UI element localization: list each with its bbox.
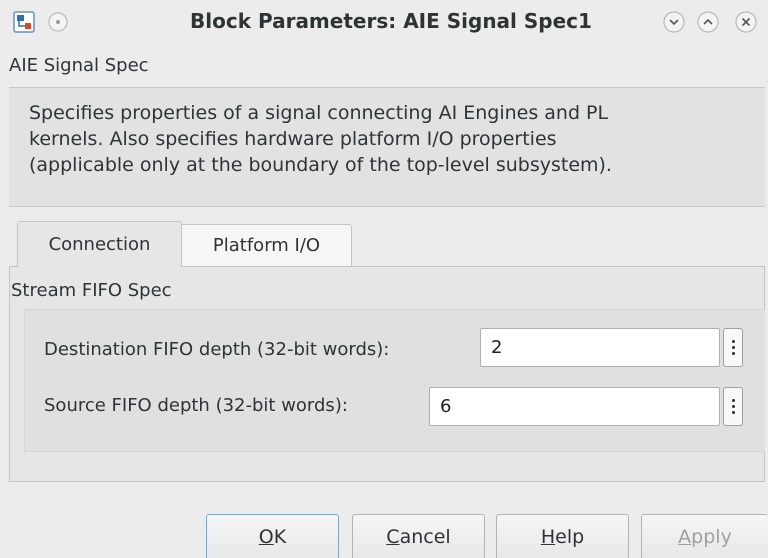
title-bar: Block Parameters: AIE Signal Spec1 (0, 0, 768, 46)
apply-mnemonic: A (678, 525, 692, 548)
simulink-block-icon[interactable] (13, 11, 35, 33)
ok-button[interactable]: OK (206, 514, 339, 558)
tab-connection[interactable]: Connection (17, 221, 182, 267)
cancel-label-rest: ancel (399, 525, 451, 548)
chevron-down-icon (663, 11, 685, 33)
tab-platform-io[interactable]: Platform I/O (182, 224, 352, 267)
kebab-dot (731, 352, 735, 355)
kebab-dot (731, 405, 735, 408)
help-button[interactable]: Help (496, 514, 629, 558)
kebab-dot (731, 346, 735, 349)
cancel-mnemonic: C (386, 525, 400, 548)
help-label-rest: elp (555, 525, 585, 548)
kebab-dot (731, 411, 735, 414)
maximize-button[interactable] (696, 10, 720, 34)
source-fifo-depth-input[interactable]: 6 (429, 387, 720, 426)
group-label-stream-fifo: Stream FIFO Spec (11, 280, 172, 301)
minimize-circle-icon[interactable] (47, 11, 69, 33)
destination-fifo-options-button[interactable] (723, 328, 743, 367)
apply-label-rest: pply (691, 525, 732, 548)
close-icon (735, 11, 757, 33)
chevron-up-icon (697, 11, 719, 33)
destination-fifo-depth-label: Destination FIFO depth (32-bit words): (44, 339, 390, 360)
description-panel: Specifies properties of a signal connect… (9, 87, 765, 207)
source-fifo-depth-label: Source FIFO depth (32-bit words): (44, 395, 348, 416)
ok-label-rest: K (273, 525, 287, 548)
block-type-label: AIE Signal Spec (9, 55, 149, 76)
close-button[interactable] (734, 10, 758, 34)
minimize-button[interactable] (662, 10, 686, 34)
help-mnemonic: H (540, 525, 556, 548)
destination-fifo-depth-input[interactable]: 2 (480, 328, 720, 367)
block-description: Specifies properties of a signal connect… (29, 102, 612, 176)
kebab-dot (731, 399, 735, 402)
window-title: Block Parameters: AIE Signal Spec1 (190, 9, 592, 33)
apply-button[interactable]: Apply (641, 514, 768, 558)
ok-mnemonic: O (258, 525, 274, 548)
source-fifo-options-button[interactable] (723, 387, 743, 426)
kebab-dot (731, 340, 735, 343)
cancel-button[interactable]: Cancel (352, 514, 485, 558)
